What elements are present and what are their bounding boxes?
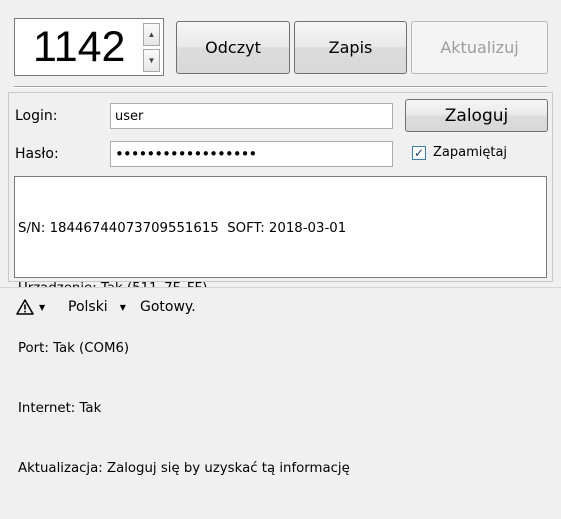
remember-label: Zapamiętaj xyxy=(433,145,508,160)
counter-value: 1142 xyxy=(33,23,126,71)
spin-up-button[interactable]: ▲ xyxy=(143,23,160,46)
warning-icon xyxy=(16,299,34,315)
password-input[interactable] xyxy=(110,141,393,167)
login-label: Login: xyxy=(15,108,58,124)
device-info-box[interactable]: S/N: 18446744073709551615 SOFT: 2018-03-… xyxy=(14,176,547,476)
spin-down-button[interactable]: ▼ xyxy=(143,49,160,72)
chevron-down-icon: ▼ xyxy=(147,56,156,65)
separator xyxy=(14,86,547,88)
info-update-line: Aktualizacja: Zaloguj się by uzyskać tą … xyxy=(18,461,350,476)
chevron-up-icon: ▲ xyxy=(147,30,156,39)
info-internet-line: Internet: Tak xyxy=(18,401,102,416)
info-serial-line: S/N: 18446744073709551615 SOFT: 2018-03-… xyxy=(18,221,347,236)
status-bar: ▼ Polski ▼ Gotowy. xyxy=(0,287,561,326)
info-port-line: Port: Tak (COM6) xyxy=(18,341,130,356)
app-window: 1142 ▲ ▼ Odczyt Zapis Aktualizuj Login: … xyxy=(0,0,561,476)
login-button[interactable]: Zaloguj xyxy=(405,99,548,132)
warning-dropdown[interactable]: ▼ xyxy=(16,288,45,326)
chevron-down-icon: ▼ xyxy=(119,302,126,312)
checkmark-icon: ✓ xyxy=(413,146,425,160)
remember-checkbox[interactable]: ✓ xyxy=(412,146,426,160)
chevron-down-icon: ▼ xyxy=(39,302,46,312)
language-label: Polski xyxy=(68,299,108,315)
counter-display[interactable]: 1142 ▲ ▼ xyxy=(14,18,164,76)
password-label: Hasło: xyxy=(15,146,59,162)
read-button[interactable]: Odczyt xyxy=(176,21,290,74)
write-button[interactable]: Zapis xyxy=(294,21,407,74)
login-input[interactable] xyxy=(110,103,393,129)
update-button[interactable]: Aktualizuj xyxy=(411,21,548,74)
status-text: Gotowy. xyxy=(140,299,196,315)
language-dropdown[interactable]: Polski ▼ xyxy=(68,288,126,326)
